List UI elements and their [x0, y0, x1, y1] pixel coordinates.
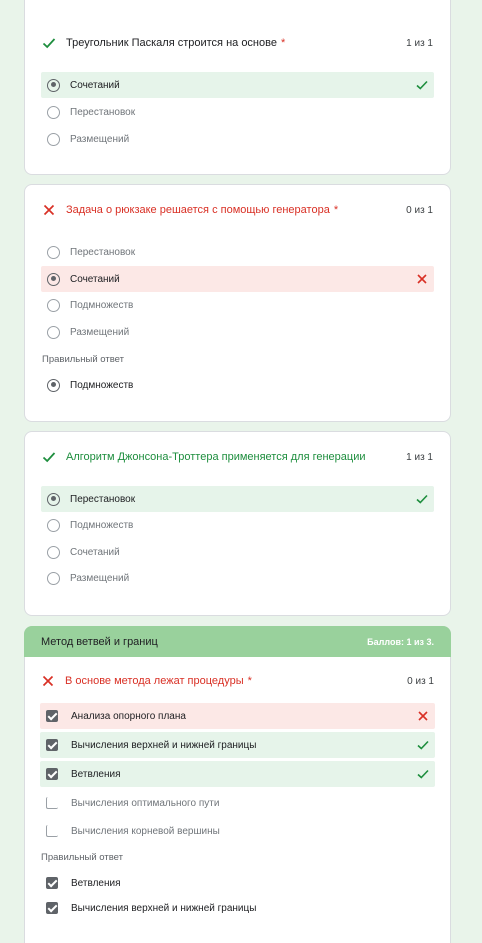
radio-selected: [47, 378, 60, 392]
radio-unselected[interactable]: [47, 325, 60, 339]
option-label: Вычисления верхней и нижней границы: [71, 739, 257, 751]
close-icon: [418, 711, 428, 721]
correct-answer-option: Вычисления верхней и нижней границы: [40, 895, 435, 921]
option[interactable]: Вычисления оптимального пути: [40, 790, 435, 816]
option-label: Вычисления верхней и нижней границы: [71, 902, 257, 914]
radio-selected[interactable]: [47, 272, 60, 286]
check-icon: [42, 452, 56, 463]
option[interactable]: Размещений: [41, 565, 434, 591]
question-score: 1 из 1: [406, 451, 433, 463]
option-selected-correct[interactable]: Сочетаний: [41, 72, 434, 98]
question-title: Треугольник Паскаля строится на основе: [66, 37, 277, 49]
checkbox-checked[interactable]: [46, 739, 58, 751]
radio-unselected[interactable]: [47, 298, 60, 312]
close-icon: [417, 274, 427, 284]
question-header: Алгоритм Джонсона-Троттера применяется д…: [42, 447, 433, 467]
option-label: Сочетаний: [70, 546, 120, 558]
option-selected-correct[interactable]: Ветвления: [40, 761, 435, 787]
option[interactable]: Перестановок: [41, 239, 434, 265]
correct-answer-option: Подмножеств: [41, 372, 434, 398]
option-label: Сочетаний: [70, 273, 120, 285]
radio-unselected[interactable]: [47, 571, 60, 585]
check-icon: [417, 769, 429, 779]
correct-answer-option: Ветвления: [40, 870, 435, 896]
option[interactable]: Подмножеств: [41, 292, 434, 318]
option-label: Перестановок: [70, 106, 136, 118]
option[interactable]: Перестановок: [41, 99, 434, 125]
checkbox-checked: [46, 877, 58, 889]
close-icon: [42, 675, 54, 687]
option[interactable]: Подмножеств: [41, 512, 434, 538]
check-icon: [416, 494, 428, 504]
option-label: Анализа опорного плана: [71, 710, 186, 722]
question-title: Алгоритм Джонсона-Троттера применяется д…: [66, 451, 366, 463]
option-label: Подмножеств: [70, 519, 134, 531]
radio-unselected[interactable]: [47, 105, 60, 119]
checkbox-unchecked[interactable]: [46, 797, 58, 809]
check-icon: [416, 80, 428, 90]
option-label: Размещений: [70, 133, 130, 145]
required-asterisk: *: [333, 204, 339, 216]
option[interactable]: Размещений: [41, 319, 434, 345]
section-title: Метод ветвей и границ: [41, 635, 158, 648]
correct-answer-label: Правильный ответ: [42, 354, 124, 365]
checkbox-unchecked[interactable]: [46, 825, 58, 837]
option[interactable]: Вычисления корневой вершины: [40, 818, 435, 844]
question-card-4-body: В основе метода лежат процедуры * 0 из 1…: [24, 657, 451, 943]
radio-unselected[interactable]: [47, 132, 60, 146]
option[interactable]: Сочетаний: [41, 539, 434, 565]
question-header: Треугольник Паскаля строится на основе *…: [42, 33, 433, 53]
option-label: Подмножеств: [70, 299, 134, 311]
radio-unselected[interactable]: [47, 545, 60, 559]
option-label: Перестановок: [70, 246, 136, 258]
option-label: Размещений: [70, 326, 130, 338]
checkbox-checked[interactable]: [46, 710, 58, 722]
option-label: Вычисления оптимального пути: [71, 797, 220, 809]
question-score: 0 из 1: [406, 204, 433, 216]
question-header: В основе метода лежат процедуры * 0 из 1: [41, 671, 434, 691]
option-selected-correct[interactable]: Вычисления верхней и нижней границы: [40, 732, 435, 758]
radio-unselected[interactable]: [47, 518, 60, 532]
required-asterisk: *: [247, 675, 252, 687]
option-label: Сочетаний: [70, 79, 120, 91]
radio-unselected[interactable]: [47, 245, 60, 259]
option-label: Ветвления: [71, 768, 121, 780]
question-card-2: Задача о рюкзаке решается с помощью гене…: [24, 184, 451, 422]
option[interactable]: Размещений: [41, 126, 434, 152]
question-score: 1 из 1: [406, 37, 433, 49]
section-header: Метод ветвей и границ Баллов: 1 из 3.: [24, 626, 451, 657]
option-label: Подмножеств: [70, 379, 134, 391]
question-title: В основе метода лежат процедуры: [65, 675, 244, 687]
close-icon: [43, 204, 55, 216]
question-title: Задача о рюкзаке решается с помощью гене…: [66, 204, 330, 216]
option-label: Вычисления корневой вершины: [71, 825, 220, 837]
radio-selected[interactable]: [47, 78, 60, 92]
checkbox-checked[interactable]: [46, 768, 58, 780]
option-selected-incorrect[interactable]: Сочетаний: [41, 266, 434, 292]
question-header: Задача о рюкзаке решается с помощью гене…: [42, 200, 433, 220]
required-asterisk: *: [280, 37, 286, 49]
option-label: Размещений: [70, 572, 130, 584]
option-selected-correct[interactable]: Перестановок: [41, 486, 434, 512]
question-card-3: Алгоритм Джонсона-Троттера применяется д…: [24, 431, 451, 616]
correct-answer-label: Правильный ответ: [41, 852, 123, 863]
option-label: Ветвления: [71, 877, 121, 889]
question-card-1: Треугольник Паскаля строится на основе *…: [24, 0, 451, 175]
option-selected-incorrect[interactable]: Анализа опорного плана: [40, 703, 435, 729]
question-score: 0 из 1: [407, 675, 434, 687]
checkbox-checked: [46, 902, 58, 914]
section-score: Баллов: 1 из 3.: [367, 636, 434, 647]
radio-selected[interactable]: [47, 492, 60, 506]
check-icon: [42, 38, 56, 49]
check-icon: [417, 740, 429, 750]
option-label: Перестановок: [70, 493, 136, 505]
